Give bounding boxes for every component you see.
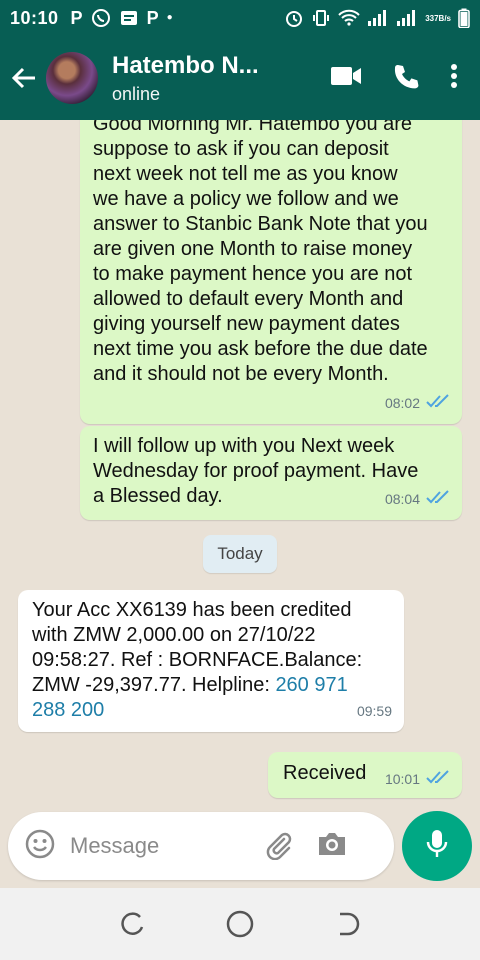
wifi-icon (338, 9, 360, 27)
message-time: 09:59 (356, 703, 392, 719)
back-icon[interactable] (327, 904, 367, 944)
voice-call-icon[interactable] (392, 62, 420, 95)
video-call-icon[interactable] (330, 65, 362, 92)
message-input[interactable] (70, 833, 250, 859)
contact-info[interactable]: Hatembo N... online (112, 52, 259, 105)
message-text: Your Acc XX6139 has been credited with Z… (32, 598, 392, 723)
alarm-icon (284, 8, 304, 28)
message-composer (8, 812, 394, 880)
message-time: 08:02 (384, 395, 420, 411)
mic-button[interactable] (402, 811, 472, 881)
contact-status: online (112, 83, 161, 104)
message-bubble-incoming[interactable]: Your Acc XX6139 has been credited with Z… (18, 590, 404, 732)
message-meta: 10:01 (385, 767, 450, 792)
network-speed-value: 337 (425, 13, 439, 23)
message-meta: 08:04 (385, 487, 450, 512)
whatsapp-icon (91, 8, 111, 28)
message-meta: 08:02 (385, 391, 450, 416)
system-nav-bar (0, 888, 480, 960)
date-divider: Today (203, 535, 277, 573)
message-text: Good Morning Mr. Hatembo you are suppose… (93, 120, 428, 385)
status-time: 10:10 (10, 7, 59, 28)
contact-name: Hatembo N... (112, 51, 259, 79)
p-app-icon: P (70, 8, 83, 28)
read-ticks-icon (426, 391, 450, 416)
contact-avatar[interactable] (46, 52, 98, 104)
home-icon[interactable] (220, 904, 260, 944)
recents-icon[interactable] (113, 904, 153, 944)
message-bubble-outgoing[interactable]: I will follow up with you Next week Wedn… (80, 426, 462, 520)
message-time: 10:01 (384, 771, 420, 787)
chat-area[interactable]: Good Morning Mr. Hatembo you are suppose… (0, 120, 480, 806)
dot-icon: ● (166, 12, 173, 23)
message-bubble-outgoing[interactable]: Received 10:01 (268, 752, 462, 798)
status-bar: 10:10 P P ● 337 B/s (0, 0, 480, 36)
message-bubble-outgoing[interactable]: Good Morning Mr. Hatembo you are suppose… (80, 120, 462, 424)
signal-icon (396, 9, 418, 27)
header-actions (330, 62, 458, 95)
mic-icon (425, 828, 449, 865)
read-ticks-icon (426, 767, 450, 792)
read-ticks-icon (426, 487, 450, 512)
message-meta: 09:59 (357, 699, 392, 724)
network-speed: 337 B/s (425, 14, 451, 23)
message-icon (119, 9, 139, 27)
chat-header: Hatembo N... online (0, 36, 480, 120)
network-speed-unit: B/s (438, 13, 451, 23)
camera-icon[interactable] (316, 830, 348, 863)
attach-icon[interactable] (262, 828, 294, 865)
p-app-icon: P (146, 8, 159, 28)
emoji-icon[interactable] (24, 828, 56, 865)
back-arrow-icon[interactable] (4, 36, 44, 120)
vibrate-icon (311, 8, 331, 28)
message-time: 08:04 (384, 491, 420, 507)
battery-icon (458, 8, 470, 28)
notification-icons: P P ● (71, 8, 173, 28)
system-icons: 337 B/s (284, 8, 470, 28)
more-icon[interactable] (450, 63, 458, 94)
signal-icon (367, 9, 389, 27)
